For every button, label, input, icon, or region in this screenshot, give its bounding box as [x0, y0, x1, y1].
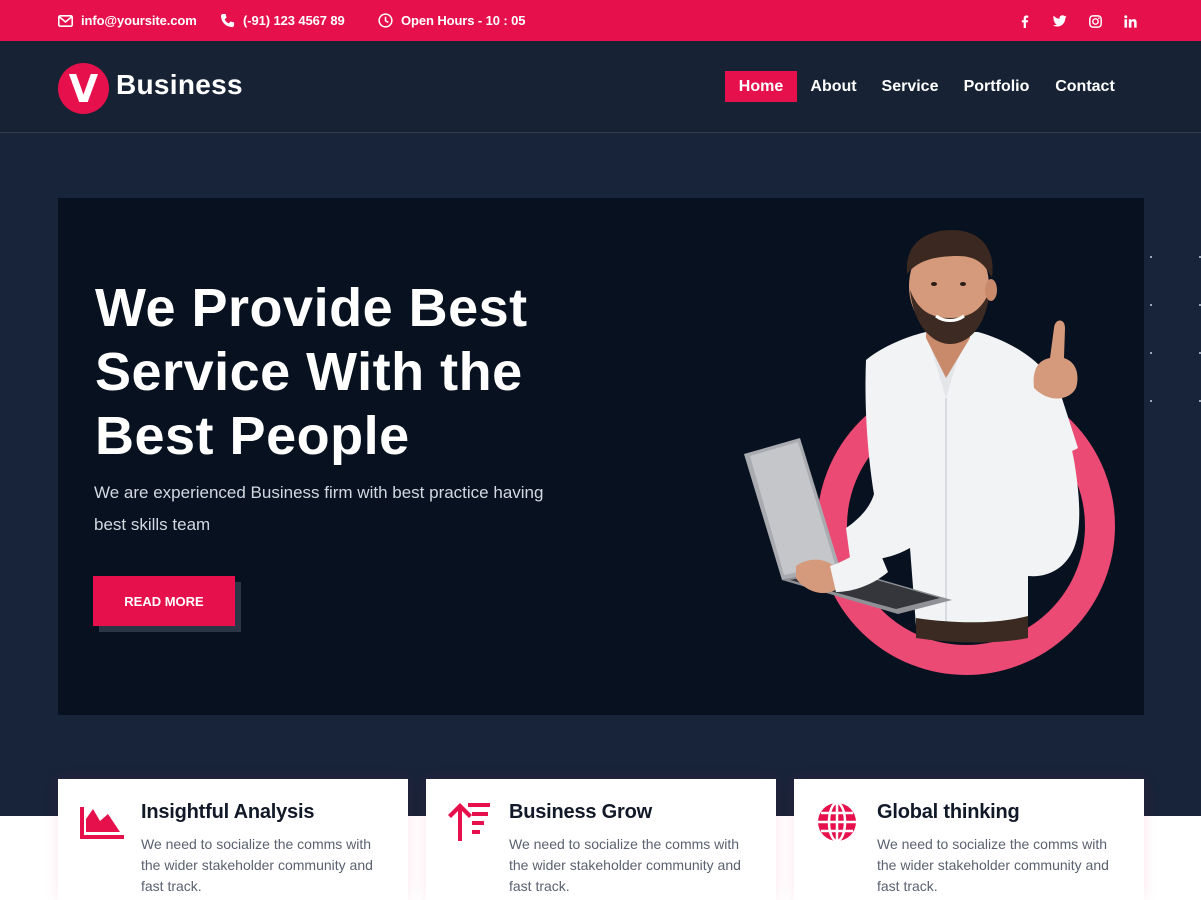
nav-portfolio[interactable]: Portfolio [956, 71, 1037, 102]
email-contact[interactable]: info@yoursite.com [58, 0, 197, 41]
hero-subtitle: We are experienced Business firm with be… [94, 483, 544, 534]
phone-icon [220, 13, 235, 28]
feature-title: Business Grow [509, 801, 652, 823]
phone-text: (-91) 123 4567 89 [243, 13, 345, 28]
nav-about[interactable]: About [803, 71, 864, 102]
feature-text: We need to socialize the comms with the … [877, 836, 1109, 894]
clock-icon [378, 13, 393, 28]
hero-banner: We Provide Best Service With the Best Pe… [58, 198, 1144, 715]
hero-title: We Provide Best Service With the Best Pe… [95, 278, 528, 466]
feature-text: We need to socialize the comms with the … [141, 836, 373, 894]
feature-card-grow[interactable]: Business Grow We need to socialize the c… [426, 779, 776, 900]
email-text: info@yoursite.com [81, 13, 197, 28]
open-hours: Open Hours - 10 : 05 [378, 0, 526, 41]
area-chart-icon [80, 807, 124, 839]
envelope-icon [58, 14, 73, 27]
twitter-icon[interactable] [1051, 12, 1069, 30]
linkedin-icon[interactable] [1121, 12, 1139, 30]
hours-text: Open Hours - 10 : 05 [401, 13, 526, 28]
facebook-icon[interactable] [1016, 12, 1034, 30]
logo-mark[interactable]: V [58, 63, 109, 114]
phone-contact[interactable]: (-91) 123 4567 89 [220, 0, 345, 41]
feature-card-global[interactable]: Global thinking We need to socialize the… [794, 779, 1144, 900]
nav-service[interactable]: Service [875, 71, 945, 102]
feature-text: We need to socialize the comms with the … [509, 836, 741, 894]
instagram-icon[interactable] [1086, 12, 1104, 30]
globe-icon [818, 801, 856, 843]
sort-arrow-icon [448, 803, 490, 841]
feature-card-analysis[interactable]: Insightful Analysis We need to socialize… [58, 779, 408, 900]
nav-contact[interactable]: Contact [1048, 71, 1122, 102]
site-header: V Business Home About Service Portfolio … [0, 41, 1201, 133]
feature-title: Global thinking [877, 801, 1020, 823]
top-bar: info@yoursite.com (-91) 123 4567 89 Open… [0, 0, 1201, 41]
logo-text[interactable]: Business [116, 69, 243, 101]
read-more-button[interactable]: READ MORE [93, 576, 235, 626]
nav-home[interactable]: Home [725, 71, 797, 102]
feature-title: Insightful Analysis [141, 801, 315, 823]
hero-person-image [744, 230, 1115, 675]
